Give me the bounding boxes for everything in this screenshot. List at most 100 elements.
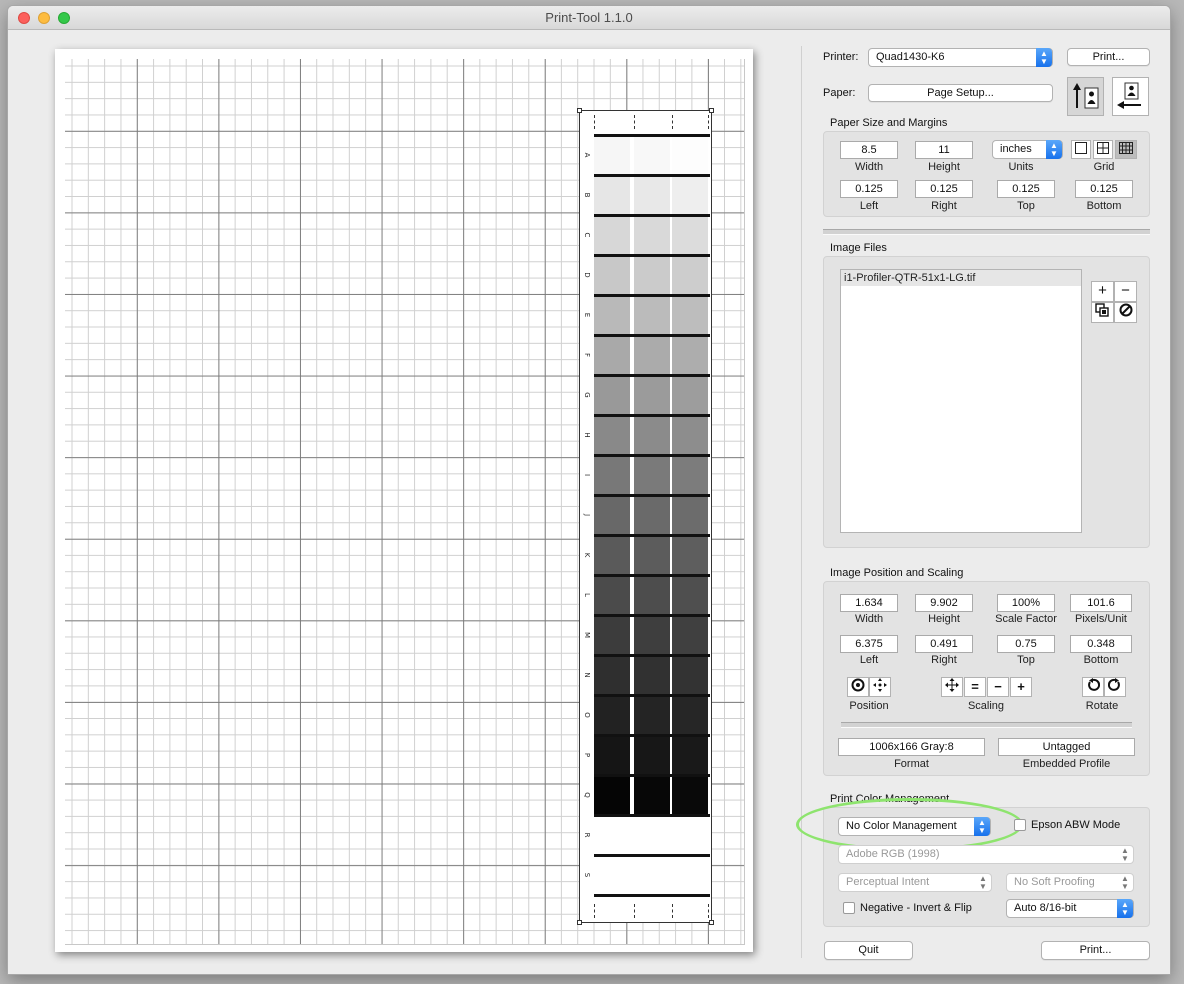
rendering-intent-value: Perceptual Intent (846, 876, 930, 888)
resize-handle[interactable] (577, 920, 582, 925)
units-select[interactable]: inches ▲ ▼ (992, 140, 1063, 159)
scale-down-button[interactable]: − (987, 677, 1009, 697)
rotate-right-button[interactable] (1104, 677, 1126, 697)
image-left-field[interactable]: 6.375 (840, 635, 898, 653)
row-label: I (583, 473, 591, 477)
image-height-field[interactable]: 9.902 (915, 594, 973, 612)
row-label: E (583, 312, 591, 318)
gray-patch (672, 497, 708, 534)
resize-handle[interactable] (577, 108, 582, 113)
center-position-button[interactable] (847, 677, 869, 697)
duplicate-file-button[interactable] (1091, 302, 1114, 323)
gray-patch (672, 217, 708, 254)
chevron-updown-icon: ▲ ▼ (1121, 874, 1129, 891)
row-label: B (583, 192, 591, 198)
cut-mark (708, 904, 710, 918)
remove-file-button[interactable]: − (1114, 281, 1137, 302)
printer-select[interactable]: Quad1430-K6 ▲ ▼ (868, 48, 1053, 67)
grid-none-icon (1075, 142, 1087, 154)
embedded-profile-label: Embedded Profile (1022, 758, 1111, 770)
gray-patch (672, 417, 708, 454)
gray-patch (634, 777, 670, 814)
row-label: L (583, 593, 591, 597)
pixels-per-unit-field[interactable]: 101.6 (1070, 594, 1132, 612)
gray-patch (634, 737, 670, 774)
soft-proofing-select[interactable]: No Soft Proofing ▲ ▼ (1006, 873, 1134, 892)
image-bottom-field[interactable]: 0.348 (1070, 635, 1132, 653)
minus-icon: − (994, 679, 1002, 694)
grid-none-button[interactable] (1071, 140, 1091, 159)
paper-width-label: Width (854, 161, 884, 173)
scale-actual-button[interactable]: = (964, 677, 986, 697)
print-button-top[interactable]: Print... (1067, 48, 1150, 66)
printer-label: Printer: (823, 51, 859, 63)
gray-patch (672, 377, 708, 414)
portrait-icon (1073, 83, 1099, 109)
move-position-button[interactable] (869, 677, 891, 697)
gray-patch (634, 537, 670, 574)
cut-mark (594, 115, 596, 129)
rendering-intent-select[interactable]: Perceptual Intent ▲ ▼ (838, 873, 992, 892)
scale-fit-button[interactable] (941, 677, 963, 697)
printer-select-value: Quad1430-K6 (876, 51, 945, 63)
image-file-list[interactable]: i1-Profiler-QTR-51x1-LG.tif (840, 269, 1082, 533)
gray-patch (634, 417, 670, 454)
paper-top-field[interactable]: 0.125 (997, 180, 1055, 198)
gray-patch (594, 577, 630, 614)
scale-factor-field[interactable]: 100% (997, 594, 1055, 612)
row-label: D (583, 272, 591, 278)
page-setup-button[interactable]: Page Setup... (868, 84, 1053, 102)
gray-patch (672, 257, 708, 294)
image-top-label: Top (1017, 654, 1035, 666)
rotate-left-button[interactable] (1082, 677, 1104, 697)
row-label: K (583, 552, 591, 558)
cut-mark (594, 904, 596, 918)
paper-width-field[interactable]: 8.5 (840, 141, 898, 159)
soft-proofing-value: No Soft Proofing (1014, 876, 1095, 888)
gray-patch (594, 657, 630, 694)
gray-patch (672, 697, 708, 734)
paper-right-field[interactable]: 0.125 (915, 180, 973, 198)
add-file-button[interactable]: + (1091, 281, 1114, 302)
grid-fine-button[interactable] (1115, 140, 1137, 159)
resize-handle[interactable] (709, 920, 714, 925)
image-left-label: Left (859, 654, 879, 666)
paper-left-field[interactable]: 0.125 (840, 180, 898, 198)
image-width-field[interactable]: 1.634 (840, 594, 898, 612)
cut-mark (672, 115, 674, 129)
portrait-orientation-button[interactable] (1067, 77, 1104, 116)
gray-patch (594, 377, 630, 414)
gray-patch (594, 697, 630, 734)
paper-height-field[interactable]: 11 (915, 141, 973, 159)
file-list-item[interactable]: i1-Profiler-QTR-51x1-LG.tif (841, 270, 1081, 286)
quit-button[interactable]: Quit (824, 941, 913, 960)
scale-up-button[interactable]: + (1010, 677, 1032, 697)
print-button-bottom[interactable]: Print... (1041, 941, 1150, 960)
step-wedge-image[interactable]: A B C D E F G H I J K L M N O P Q R S (577, 108, 714, 925)
paper-bottom-field[interactable]: 0.125 (1075, 180, 1133, 198)
gray-patch (634, 577, 670, 614)
bit-depth-select[interactable]: Auto 8/16-bit ▲ ▼ (1006, 899, 1134, 918)
units-label: Units (1008, 161, 1034, 173)
image-top-field[interactable]: 0.75 (997, 635, 1055, 653)
resize-handle[interactable] (709, 108, 714, 113)
epson-abw-checkbox[interactable] (1014, 819, 1026, 831)
paper-height-label: Height (928, 161, 960, 173)
grid-coarse-button[interactable] (1093, 140, 1113, 159)
scale-factor-label: Scale Factor (995, 613, 1057, 625)
row-label: Q (583, 792, 591, 798)
negative-checkbox[interactable] (843, 902, 855, 914)
image-right-field[interactable]: 0.491 (915, 635, 973, 653)
negative-label: Negative - Invert & Flip (860, 902, 972, 914)
gray-patch (594, 137, 630, 174)
section-separator (823, 229, 1150, 235)
landscape-orientation-button[interactable] (1112, 77, 1149, 116)
gray-patch (594, 737, 630, 774)
gray-patch (594, 257, 630, 294)
scaling-label: Scaling (967, 700, 1005, 712)
color-management-select[interactable]: No Color Management ▲ ▼ (838, 817, 991, 836)
row-label: O (583, 712, 591, 718)
cut-mark (708, 115, 710, 129)
color-profile-select[interactable]: Adobe RGB (1998) ▲ ▼ (838, 845, 1134, 864)
clear-files-button[interactable] (1114, 302, 1137, 323)
